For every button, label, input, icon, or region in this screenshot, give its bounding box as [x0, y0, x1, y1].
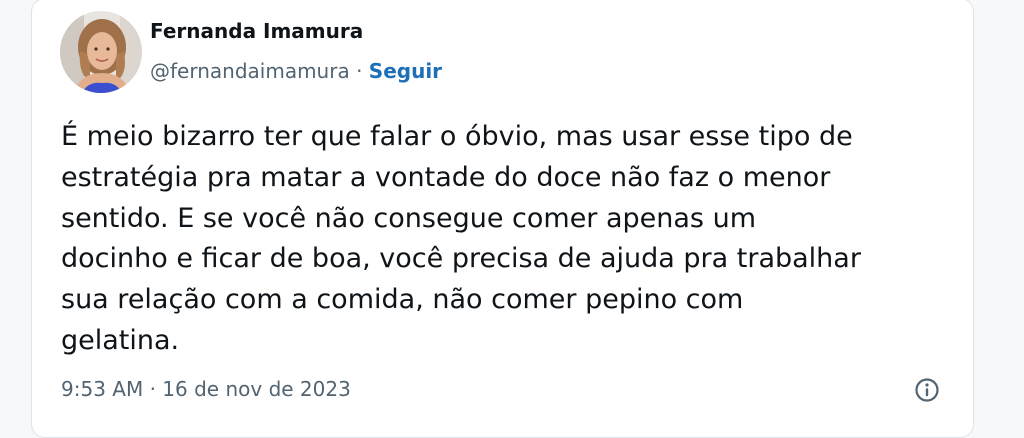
- tweet-card: Fernanda Imamura @fernandaimamura · Segu…: [31, 0, 974, 438]
- tweet-time: 9:53 AM: [61, 377, 144, 401]
- follow-button[interactable]: Seguir: [369, 59, 442, 83]
- author-display-name[interactable]: Fernanda Imamura: [150, 19, 363, 43]
- avatar-photo-icon: [60, 11, 142, 93]
- info-icon[interactable]: [912, 375, 942, 405]
- tweet-date: 16 de nov de 2023: [162, 377, 351, 401]
- author-handle[interactable]: @fernandaimamura: [150, 59, 350, 83]
- tweet-text: É meio bizarro ter que falar o óbvio, ma…: [61, 121, 861, 356]
- tweet-timestamp[interactable]: 9:53 AM · 16 de nov de 2023: [61, 377, 351, 401]
- timestamp-separator: ·: [143, 377, 163, 401]
- handle-separator: ·: [349, 59, 369, 83]
- avatar[interactable]: [60, 11, 142, 93]
- author-handle-line: @fernandaimamura · Seguir: [150, 59, 442, 83]
